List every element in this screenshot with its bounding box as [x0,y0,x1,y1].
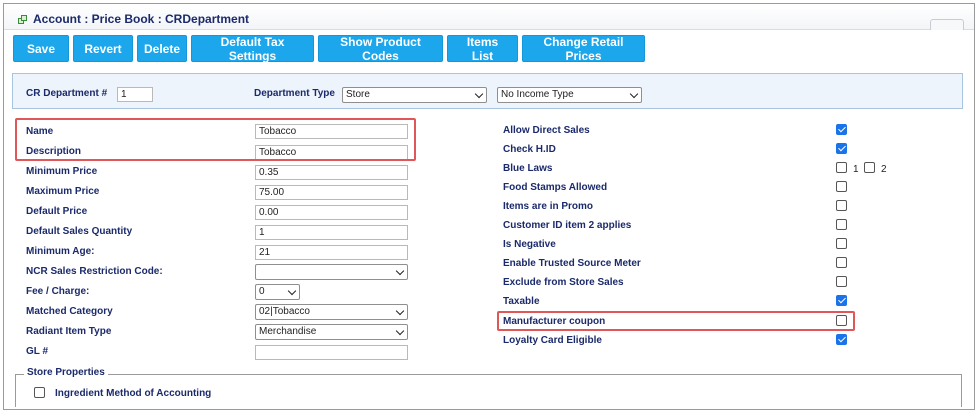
customer-id-checkbox[interactable] [836,219,847,230]
customer-id-label: Customer ID item 2 applies [503,220,632,231]
gl-number-input[interactable] [255,345,408,360]
blue-laws-1-checkbox[interactable] [836,162,847,173]
food-stamps-checkbox[interactable] [836,181,847,192]
save-button[interactable]: Save [13,35,69,62]
trusted-source-meter-checkbox[interactable] [836,257,847,268]
default-price-input[interactable]: 0.00 [255,205,408,220]
blue-laws-2-label: 2 [881,164,887,175]
minimum-age-input[interactable]: 21 [255,245,408,260]
maximum-price-input[interactable]: 75.00 [255,185,408,200]
window-header: Account : Price Book : CRDepartment [4,4,974,30]
default-tax-settings-button[interactable]: Default Tax Settings [191,35,314,63]
income-type-value: No Income Type [501,89,574,100]
exclude-store-sales-checkbox[interactable] [836,276,847,287]
delete-button[interactable]: Delete [137,35,187,62]
ncr-sales-restriction-select[interactable] [255,264,408,280]
check-hid-checkbox[interactable] [836,143,847,154]
cr-department-label: CR Department # [26,88,108,99]
department-bar: CR Department # 1 Department Type Store … [12,73,963,109]
revert-button[interactable]: Revert [73,35,133,62]
is-negative-label: Is Negative [503,239,556,250]
store-properties-group: Store Properties Ingredient Method of Ac… [15,367,962,407]
minimum-price-label: Minimum Price [26,166,98,177]
ingredient-method-label: Ingredient Method of Accounting [55,388,212,399]
collapse-tab[interactable] [930,19,964,30]
page-title: Account : Price Book : CRDepartment [33,12,250,26]
department-type-select[interactable]: Store [342,87,487,103]
department-type-value: Store [346,89,370,100]
items-in-promo-label: Items are in Promo [503,201,594,212]
radiant-item-type-value: Merchandise [259,326,317,337]
exclude-store-sales-label: Exclude from Store Sales [503,277,624,288]
chevron-down-icon [474,89,484,99]
loyalty-card-checkbox[interactable] [836,334,847,345]
fee-charge-label: Fee / Charge: [26,286,90,297]
department-window: Account : Price Book : CRDepartment [3,3,975,410]
window-icon [18,14,27,24]
fee-charge-select[interactable]: 0 [255,284,300,300]
check-hid-label: Check H.ID [503,144,556,155]
breadcrumb: Account : Price Book : CRDepartment [18,12,249,26]
food-stamps-label: Food Stamps Allowed [503,182,608,193]
show-product-codes-button[interactable]: Show Product Codes [318,35,443,63]
gl-number-label: GL # [26,346,49,357]
taxable-label: Taxable [503,296,540,307]
maximum-price-label: Maximum Price [26,186,100,197]
default-price-label: Default Price [26,206,88,217]
taxable-checkbox[interactable] [836,295,847,306]
chevron-down-icon [629,89,639,99]
matched-category-value: 02|Tobacco [259,306,310,317]
income-type-select[interactable]: No Income Type [497,87,642,103]
trusted-source-meter-label: Enable Trusted Source Meter [503,258,641,269]
toolbar: Save Revert Delete Default Tax Settings … [13,35,645,63]
ingredient-method-checkbox[interactable] [34,387,45,398]
default-sales-quantity-label: Default Sales Quantity [26,226,133,237]
minimum-price-input[interactable]: 0.35 [255,165,408,180]
items-list-button[interactable]: Items List [447,35,518,63]
minimum-age-label: Minimum Age: [26,246,95,257]
cr-department-input[interactable]: 1 [117,87,153,102]
blue-laws-label: Blue Laws [503,163,553,174]
department-type-label: Department Type [254,88,335,99]
radiant-item-type-label: Radiant Item Type [26,326,112,337]
blue-laws-2-checkbox[interactable] [864,162,875,173]
matched-category-select[interactable]: 02|Tobacco [255,304,408,320]
highlight-manufacturer-coupon [497,311,855,331]
change-retail-prices-button[interactable]: Change Retail Prices [522,35,645,63]
ncr-sales-restriction-label: NCR Sales Restriction Code: [26,266,163,277]
blue-laws-1-label: 1 [853,164,859,175]
default-sales-quantity-input[interactable]: 1 [255,225,408,240]
chevron-down-icon [395,306,405,316]
items-in-promo-checkbox[interactable] [836,200,847,211]
fee-charge-value: 0 [259,286,265,297]
allow-direct-sales-checkbox[interactable] [836,124,847,135]
radiant-item-type-select[interactable]: Merchandise [255,324,408,340]
loyalty-card-label: Loyalty Card Eligible [503,335,602,346]
store-properties-legend: Store Properties [24,367,108,378]
chevron-down-icon [287,286,297,296]
allow-direct-sales-label: Allow Direct Sales [503,125,590,136]
chevron-down-icon [395,326,405,336]
is-negative-checkbox[interactable] [836,238,847,249]
matched-category-label: Matched Category [26,306,113,317]
highlight-name-description [15,118,416,161]
chevron-down-icon [395,266,405,276]
